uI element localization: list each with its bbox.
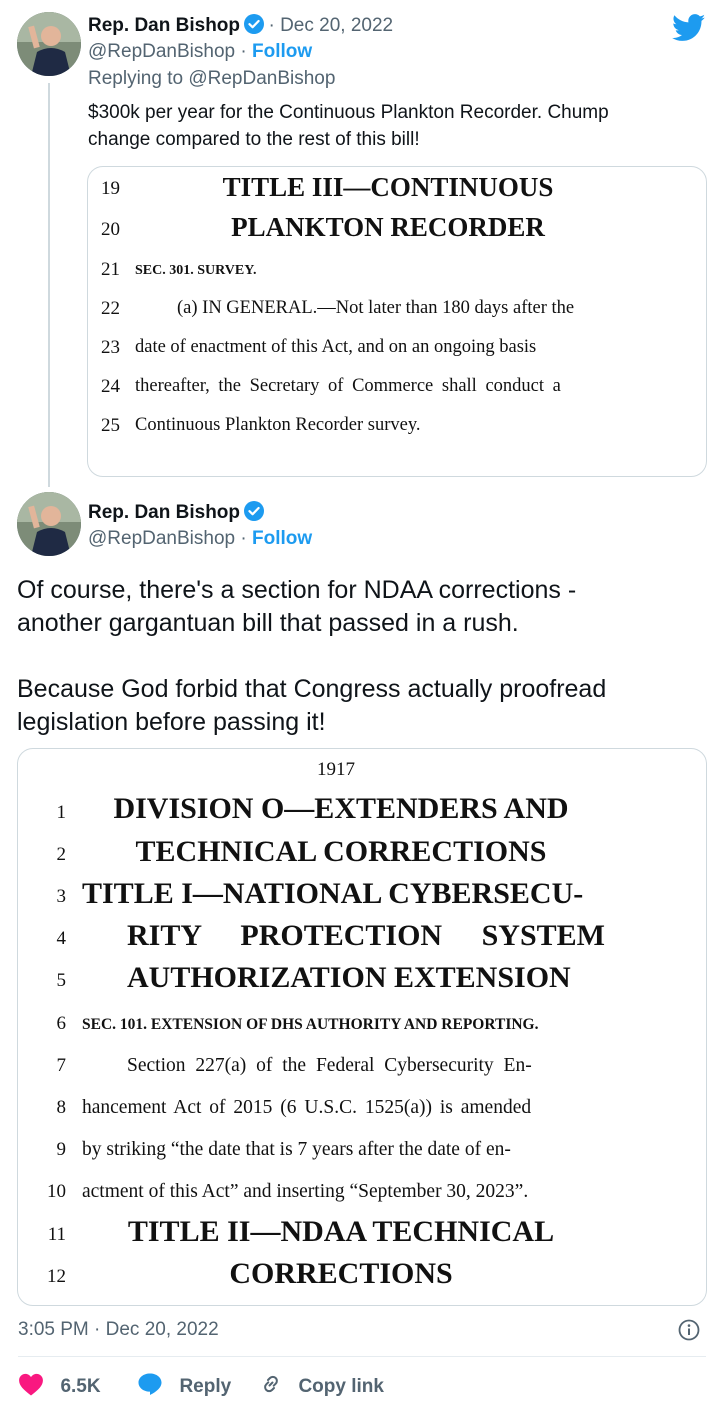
- line-number: 10: [47, 1181, 66, 1202]
- tweet-text: Of course, there's a section for NDAA co…: [17, 576, 607, 736]
- doc-heading: CORRECTIONS: [229, 1257, 453, 1290]
- line-number: 3: [56, 886, 67, 907]
- line-number: 9: [56, 1139, 67, 1160]
- doc-text: by striking “the date that is 7 years af…: [82, 1139, 511, 1160]
- doc-heading: TITLE I—NATIONAL CYBERSECU-: [82, 877, 584, 910]
- like-button[interactable]: 6.5K: [18, 1372, 101, 1398]
- doc-text: actment of this Act” and inserting “Sept…: [82, 1181, 529, 1202]
- attached-image[interactable]: 1917 1 DIVISION O—EXTENDERS AND 2 TECHNI…: [17, 748, 707, 1306]
- author-name[interactable]: Rep. Dan Bishop: [88, 502, 240, 523]
- doc-text: Continuous Plankton Recorder survey.: [135, 415, 421, 435]
- reply-label: Reply: [179, 1376, 232, 1397]
- doc-section: SEC. 301. SURVEY.: [135, 263, 257, 278]
- reply-button[interactable]: Reply: [137, 1372, 231, 1398]
- author-handle[interactable]: @RepDanBishop: [88, 41, 235, 62]
- line-number: 1: [56, 802, 67, 823]
- follow-button[interactable]: Follow: [252, 41, 312, 62]
- reply-bubble-icon: [137, 1372, 163, 1396]
- doc-heading: TECHNICAL CORRECTIONS: [135, 835, 547, 868]
- doc-section: SEC. 101. EXTENSION OF DHS AUTHORITY AND…: [82, 1016, 539, 1033]
- attached-image[interactable]: 19 TITLE III—CONTINUOUS 20 PLANKTON RECO…: [87, 166, 707, 477]
- doc-heading: DIVISION O—EXTENDERS AND: [113, 792, 569, 825]
- doc-text: hancement Act of 2015 (6 U.S.C. 1525(a))…: [82, 1097, 532, 1118]
- line-number: 7: [56, 1055, 67, 1076]
- tweet-date[interactable]: Dec 20, 2022: [280, 15, 393, 36]
- doc-heading: TITLE III—CONTINUOUS: [222, 172, 554, 202]
- doc-heading: AUTHORIZATION EXTENSION: [127, 961, 571, 994]
- heart-icon: [18, 1372, 44, 1396]
- copy-link-button[interactable]: Copy link: [258, 1372, 384, 1398]
- thread-connector: [48, 83, 50, 487]
- line-number: 24: [101, 376, 120, 397]
- doc-text: Section 227(a) of the Federal Cybersecur…: [127, 1055, 532, 1076]
- divider: [18, 1356, 706, 1357]
- line-number: 2: [56, 844, 67, 865]
- line-number: 5: [56, 970, 67, 991]
- line-number: 6: [56, 1013, 67, 1034]
- replying-to[interactable]: Replying to @RepDanBishop: [88, 68, 335, 90]
- line-number: 11: [47, 1224, 66, 1245]
- info-icon[interactable]: [678, 1319, 700, 1341]
- separator-dot: ·: [268, 15, 281, 36]
- like-count: 6.5K: [60, 1376, 101, 1397]
- doc-heading: RITY PROTECTION SYSTEM: [127, 919, 605, 952]
- follow-button[interactable]: Follow: [252, 528, 312, 549]
- copy-link-label: Copy link: [298, 1376, 384, 1397]
- author-handle[interactable]: @RepDanBishop: [88, 528, 235, 549]
- doc-heading: PLANKTON RECORDER: [231, 212, 545, 242]
- line-number: 8: [56, 1097, 67, 1118]
- twitter-bird-icon[interactable]: [671, 14, 706, 42]
- doc-text: (a) IN GENERAL.—Not later than 180 days …: [177, 298, 575, 318]
- line-number: 22: [101, 298, 120, 319]
- line-number: 12: [47, 1266, 66, 1287]
- avatar[interactable]: [17, 12, 81, 76]
- doc-text: thereafter, the Secretary of Commerce sh…: [135, 376, 561, 396]
- tweet-text: $300k per year for the Continuous Plankt…: [88, 102, 609, 150]
- verified-badge-icon: [244, 501, 265, 526]
- line-number: 21: [101, 259, 120, 280]
- verified-badge-icon: [244, 14, 265, 39]
- line-number: 4: [56, 928, 67, 949]
- page-number: 1917: [317, 759, 355, 780]
- avatar[interactable]: [17, 492, 81, 556]
- tweet-timestamp[interactable]: 3:05 PM · Dec 20, 2022: [18, 1319, 219, 1341]
- doc-text: date of enactment of this Act, and on an…: [135, 337, 537, 357]
- line-number: 23: [101, 337, 120, 358]
- doc-heading: TITLE II—NDAA TECHNICAL: [127, 1215, 555, 1248]
- line-number: 25: [101, 415, 120, 436]
- author-name[interactable]: Rep. Dan Bishop: [88, 15, 240, 36]
- link-icon: [258, 1372, 284, 1396]
